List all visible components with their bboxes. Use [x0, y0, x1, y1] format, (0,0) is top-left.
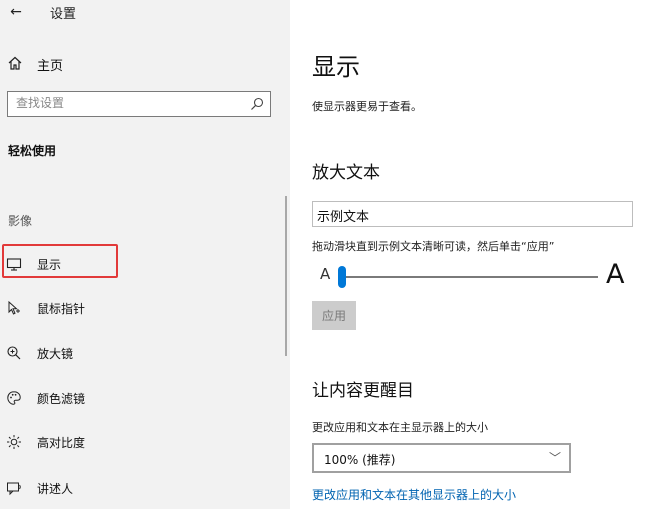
slider-min-label: A: [320, 265, 331, 283]
display-settings-page: 显示 使显示器更易于查看。 放大文本 示例文本 拖动滑块直到示例文本清晰可读，然…: [290, 0, 672, 509]
sidebar-item-label: 讲述人: [37, 482, 74, 496]
chevron-down-icon: ﹀: [548, 451, 561, 465]
slider-instruction: 拖动滑块直到示例文本清晰可读，然后单击“应用”: [312, 240, 555, 253]
scale-dropdown[interactable]: 100% (推荐) ﹀: [312, 443, 571, 473]
sidebar-item-narrator[interactable]: 讲述人: [0, 470, 290, 506]
group-label-vision: 影像: [8, 214, 33, 228]
other-displays-link[interactable]: 更改应用和文本在其他显示器上的大小: [312, 486, 516, 503]
home-icon: [8, 56, 22, 70]
sidebar-item-label: 高对比度: [37, 436, 86, 450]
section-heading: 轻松使用: [8, 144, 57, 158]
sidebar-item-high-contrast[interactable]: 高对比度: [0, 424, 290, 460]
page-description: 使显示器更易于查看。: [312, 100, 422, 113]
brightness-icon: [7, 435, 21, 449]
sidebar-item-color-filters[interactable]: 颜色滤镜: [0, 380, 290, 416]
sample-text-box: 示例文本: [312, 201, 633, 227]
enlarge-text-heading: 放大文本: [312, 163, 380, 183]
search-settings-box[interactable]: [7, 91, 271, 117]
scale-label: 更改应用和文本在主显示器上的大小: [312, 421, 488, 434]
page-title: 显示: [312, 53, 360, 81]
sidebar-item-mouse-pointer[interactable]: 鼠标指针: [0, 290, 290, 326]
sidebar-item-label: 颜色滤镜: [37, 392, 86, 406]
text-size-slider-thumb[interactable]: [338, 266, 346, 288]
scale-dropdown-value: 100% (推荐): [324, 453, 396, 467]
apply-button[interactable]: 应用: [312, 301, 356, 330]
window-title: 设置: [50, 7, 77, 22]
sidebar-item-label: 放大镜: [37, 347, 74, 361]
make-prominent-heading: 让内容更醒目: [312, 381, 414, 401]
sidebar-scrollbar[interactable]: [285, 196, 287, 356]
color-palette-icon: [7, 391, 21, 405]
sidebar-item-magnifier[interactable]: 放大镜: [0, 335, 290, 371]
settings-sidebar: ← 设置 主页 轻松使用 影像 显示 鼠标指针: [0, 0, 290, 509]
sample-text: 示例文本: [317, 210, 370, 225]
text-size-slider-track[interactable]: [340, 276, 598, 278]
sidebar-item-home-label: 主页: [37, 59, 64, 74]
search-input[interactable]: [8, 92, 246, 114]
back-arrow-icon[interactable]: ←: [6, 2, 26, 22]
sidebar-item-label: 鼠标指针: [37, 302, 86, 316]
narrator-icon: [7, 482, 21, 496]
monitor-icon: [6, 258, 22, 271]
search-icon[interactable]: [250, 97, 264, 111]
sidebar-item-label: 显示: [37, 258, 62, 272]
magnifier-icon: [7, 346, 21, 360]
slider-max-label: A: [606, 259, 625, 290]
mouse-pointer-icon: [8, 300, 20, 315]
sidebar-item-display[interactable]: 显示: [0, 246, 290, 282]
